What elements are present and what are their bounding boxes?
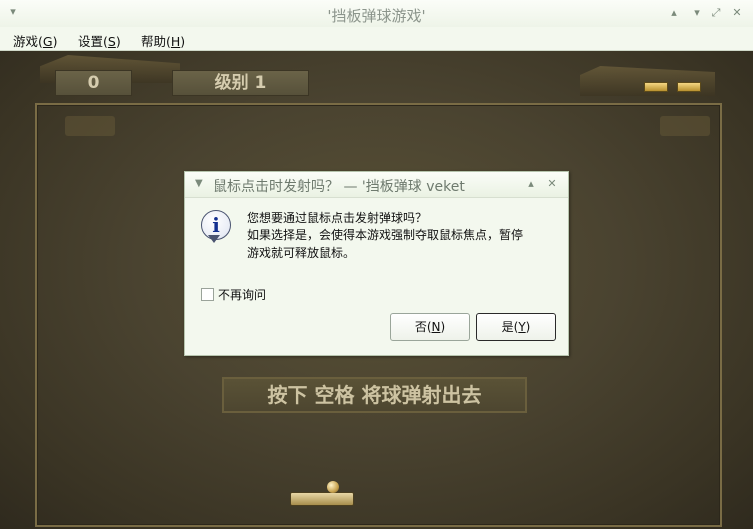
dialog-shade-icon[interactable]: ▴ — [524, 177, 538, 191]
minimize-icon[interactable]: ▾ — [689, 5, 705, 21]
yes-button[interactable]: 是(Y) — [476, 313, 556, 341]
level-display: 级别 1 — [172, 70, 309, 96]
maximize-icon[interactable]: ⤢ — [708, 5, 724, 21]
close-icon[interactable]: ✕ — [729, 5, 745, 21]
launch-on-click-dialog: ▼ 鼠标点击时发射吗？ — '挡板弹球 veket ▴ ✕ i 您想要通过鼠标点… — [184, 171, 569, 356]
dont-ask-again-checkbox[interactable] — [201, 288, 214, 301]
no-button[interactable]: 否(N) — [390, 313, 470, 341]
dialog-message-line2: 如果选择是，会使得本游戏强制夺取鼠标焦点，暂停 — [247, 228, 524, 242]
dialog-close-icon[interactable]: ✕ — [545, 177, 559, 191]
info-icon-tail — [208, 235, 220, 243]
shade-up-icon[interactable]: ▴ — [666, 5, 682, 21]
dialog-message-line1: 您想要通过鼠标点击发射弹球吗？ — [247, 211, 428, 225]
window-titlebar: ▾ '挡板弹球游戏' ▴ ▾ ⤢ ✕ — [0, 0, 753, 28]
paddle[interactable] — [290, 492, 354, 506]
life-indicator — [644, 82, 668, 92]
window-title: '挡板弹球游戏' — [327, 7, 426, 25]
dialog-menu-icon[interactable]: ▼ — [195, 178, 203, 189]
menu-game[interactable]: 游戏(G) — [13, 31, 57, 50]
dialog-message-line3: 游戏就可释放鼠标。 — [247, 246, 356, 260]
ball — [327, 481, 339, 493]
dont-ask-again-label[interactable]: 不再询问 — [218, 286, 266, 303]
menu-settings[interactable]: 设置(S) — [78, 31, 121, 50]
menubar: 游戏(G) 设置(S) 帮助(H) — [0, 27, 753, 51]
dialog-titlebar: ▼ 鼠标点击时发射吗？ — '挡板弹球 veket ▴ ✕ — [185, 172, 568, 198]
launch-prompt: 按下 空格 将球弹射出去 — [222, 377, 527, 413]
dialog-title: 鼠标点击时发射吗？ — '挡板弹球 veket — [213, 179, 465, 195]
life-indicator — [677, 82, 701, 92]
score-display: 0 — [55, 70, 132, 96]
menu-help[interactable]: 帮助(H) — [141, 31, 185, 50]
